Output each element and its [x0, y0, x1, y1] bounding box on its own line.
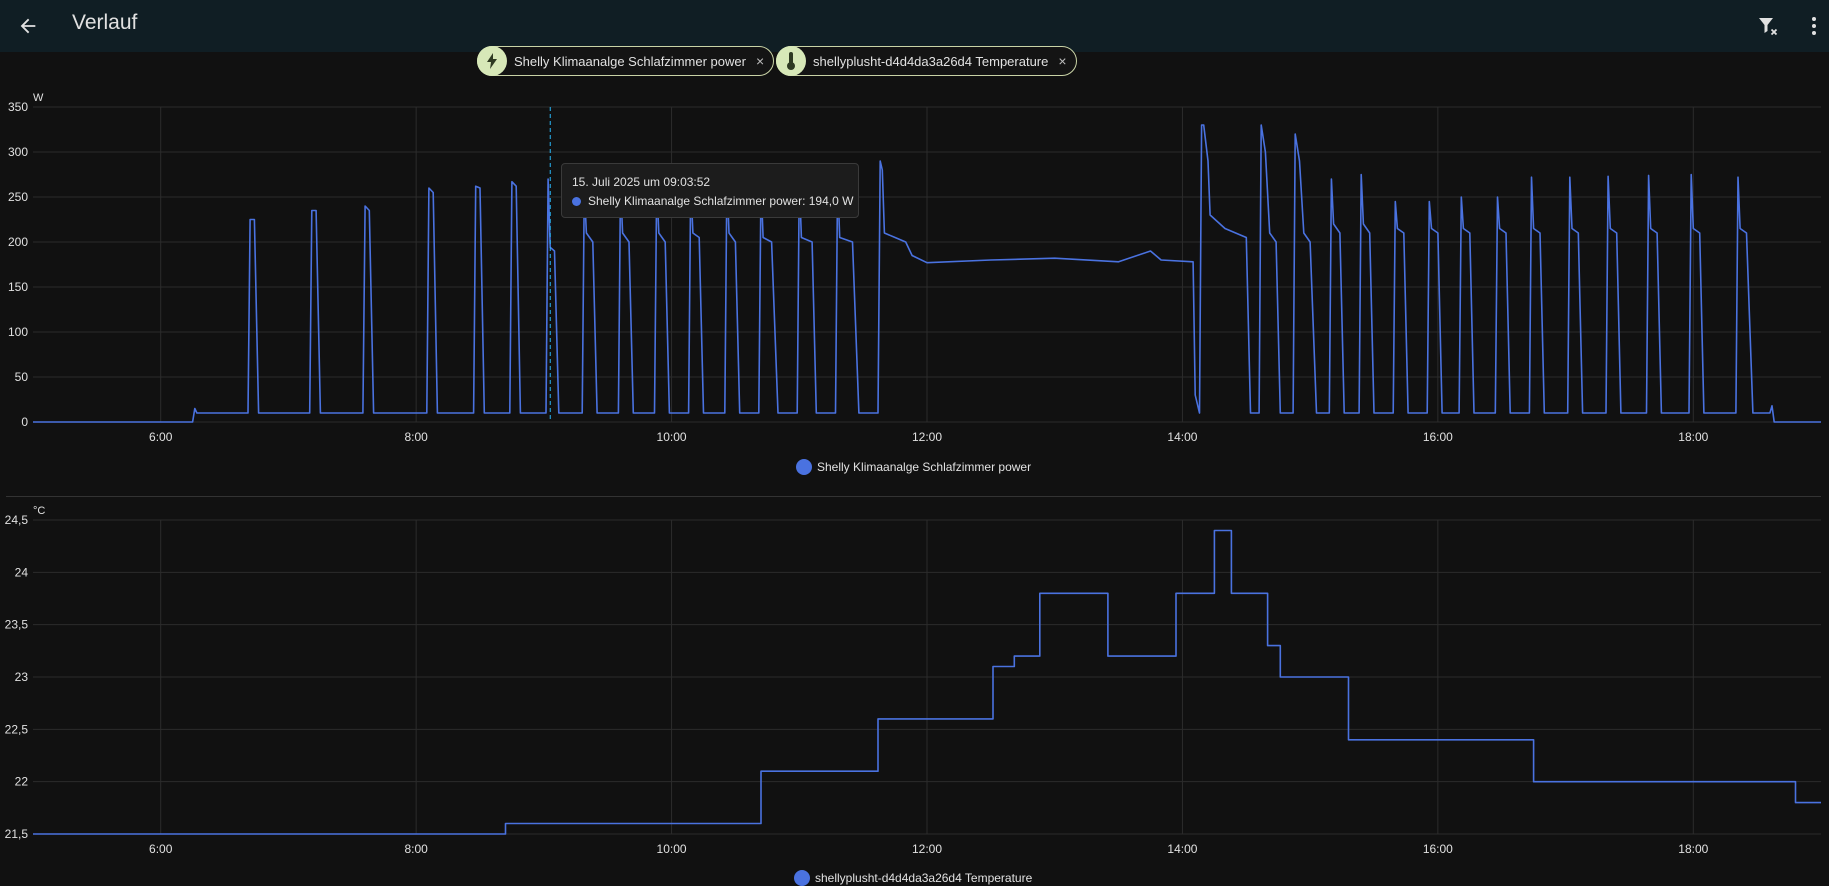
tooltip-series-dot: [572, 196, 581, 206]
page-title: Verlauf: [72, 11, 138, 34]
tooltip-row: Shelly Klimaanalge Schlafzimmer power: 1…: [572, 194, 853, 208]
x-tick-label: 18:00: [1678, 430, 1708, 444]
x-tick-label: 16:00: [1423, 430, 1453, 444]
y-tick-label: 50: [15, 370, 29, 384]
app-bar: Verlauf: [0, 0, 1829, 52]
x-tick-label: 14:00: [1167, 430, 1197, 444]
x-tick-label: 10:00: [657, 430, 687, 444]
y-axis-unit: °C: [33, 505, 45, 517]
legend-dot: [796, 459, 812, 475]
tooltip-title: 15. Juli 2025 um 09:03:52: [572, 175, 711, 189]
y-tick-label: 200: [8, 235, 28, 249]
y-tick-label: 250: [8, 190, 28, 204]
legend-dot: [794, 870, 810, 886]
power-chart-legend[interactable]: Shelly Klimaanalge Schlafzimmer power: [796, 459, 1031, 475]
y-tick-label: 22,5: [5, 722, 29, 736]
chip-label: shellyplusht-d4d4da3a26d4 Temperature: [813, 53, 1049, 69]
entity-chip-power[interactable]: Shelly Klimaanalge Schlafzimmer power ×: [477, 46, 775, 76]
y-tick-label: 100: [8, 325, 28, 339]
more-menu-button[interactable]: [1802, 10, 1826, 42]
y-tick-label: 350: [8, 100, 28, 114]
back-button[interactable]: [12, 10, 44, 42]
y-tick-label: 23,5: [5, 618, 29, 632]
x-tick-label: 18:00: [1678, 842, 1708, 856]
chart-tooltip: 15. Juli 2025 um 09:03:52 Shelly Klimaan…: [561, 163, 859, 218]
arrow-left-icon: [20, 18, 36, 34]
legend-label: shellyplusht-d4d4da3a26d4 Temperature: [815, 871, 1033, 885]
x-tick-label: 14:00: [1167, 842, 1197, 856]
y-tick-label: 0: [21, 415, 28, 429]
entity-chip-temperature[interactable]: shellyplusht-d4d4da3a26d4 Temperature ×: [776, 46, 1077, 76]
lightning-bolt-icon: [477, 46, 507, 76]
y-tick-label: 23: [15, 670, 29, 684]
chip-label: Shelly Klimaanalge Schlafzimmer power: [514, 53, 746, 69]
y-tick-label: 24: [15, 565, 29, 579]
dots-vertical-icon: [1812, 17, 1816, 35]
power-chart[interactable]: 0 50 100 150 200 250 300 350 6:00 8:00 10:00 12:00 1…: [0, 90, 1829, 470]
x-tick-label: 6:00: [149, 842, 173, 856]
x-tick-label: 16:00: [1423, 842, 1453, 856]
x-tick-label: 12:00: [912, 430, 942, 444]
x-tick-label: 10:00: [657, 842, 687, 856]
y-tick-label: 22: [15, 775, 29, 789]
y-tick-label: 21,5: [5, 827, 29, 841]
thermometer-icon: [776, 46, 806, 76]
temperature-chart[interactable]: 21,5 22 22,5 23 23,5 24 24,5 6:00 8:00 10:00 12:00…: [0, 500, 1829, 870]
temperature-chart-legend[interactable]: shellyplusht-d4d4da3a26d4 Temperature: [794, 870, 1032, 886]
x-tick-label: 12:00: [912, 842, 942, 856]
y-axis-unit: W: [33, 92, 44, 104]
x-tick-label: 6:00: [149, 430, 173, 444]
x-tick-label: 8:00: [404, 430, 428, 444]
y-tick-label: 300: [8, 145, 28, 159]
filter-remove-icon: [1759, 18, 1778, 36]
chip-remove-button[interactable]: ×: [756, 53, 764, 69]
clear-filter-button[interactable]: [1752, 10, 1784, 42]
y-tick-label: 24,5: [5, 513, 29, 527]
tooltip-value: Shelly Klimaanalge Schlafzimmer power: 1…: [588, 194, 854, 208]
x-tick-label: 8:00: [404, 842, 428, 856]
chip-remove-button[interactable]: ×: [1058, 53, 1066, 69]
chart-divider: [6, 496, 1821, 497]
y-tick-label: 150: [8, 280, 28, 294]
legend-label: Shelly Klimaanalge Schlafzimmer power: [817, 460, 1032, 474]
